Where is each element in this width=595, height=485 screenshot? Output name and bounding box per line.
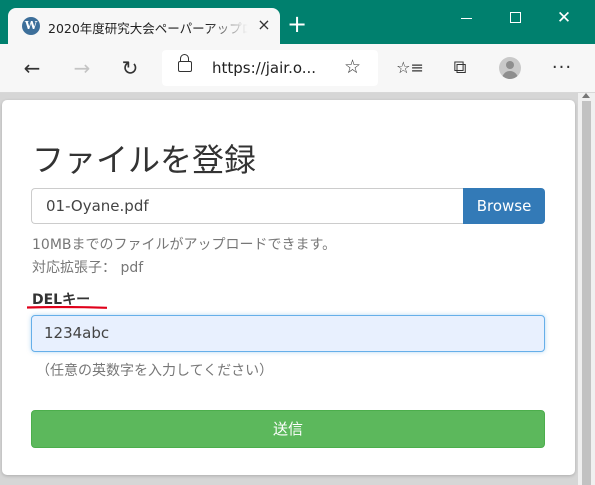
close-tab-icon[interactable]: × [256, 17, 272, 33]
browser-tab[interactable]: W 2020年度研究大会ペーパーアップロード × [8, 8, 280, 44]
red-annotation-underline [27, 306, 107, 309]
back-button[interactable]: ← [16, 52, 48, 84]
browser-toolbar: ← → ↻ https://jair.o... ☆ ☆≡ ⧉ ··· [0, 44, 595, 93]
tab-title-fade [208, 14, 248, 38]
forward-button[interactable]: → [66, 52, 98, 84]
lock-icon[interactable] [178, 54, 192, 72]
favorites-icon[interactable]: ☆≡ [394, 52, 426, 84]
submit-button[interactable]: 送信 [31, 410, 545, 448]
del-key-hint: （任意の英数字を入力してください） [36, 363, 274, 379]
scroll-thumb[interactable] [582, 101, 591, 485]
settings-menu-button[interactable]: ··· [546, 52, 578, 84]
file-name-value: 01-Oyane.pdf [46, 197, 149, 215]
maximize-icon [510, 12, 521, 23]
scroll-up-arrow-icon[interactable] [582, 93, 590, 98]
minimize-icon [461, 18, 472, 19]
star-icon[interactable]: ☆ [344, 56, 361, 78]
profile-button[interactable] [494, 52, 526, 84]
avatar [499, 57, 521, 79]
url-text[interactable]: https://jair.o... [212, 59, 316, 77]
refresh-button[interactable]: ↻ [114, 52, 146, 84]
new-tab-button[interactable]: + [284, 12, 310, 38]
del-key-input[interactable]: 1234abc [31, 315, 545, 352]
file-size-help: 10MBまでのファイルがアップロードできます。 [32, 237, 337, 253]
window-close-button[interactable]: ✕ [549, 6, 579, 30]
browser-title-bar: W 2020年度研究大会ペーパーアップロード × + ✕ [0, 0, 595, 44]
collections-icon[interactable]: ⧉ [444, 52, 476, 84]
browse-button[interactable]: Browse [463, 188, 545, 224]
file-name-field[interactable]: 01-Oyane.pdf [31, 188, 463, 224]
file-extension-help: 対応拡張子： pdf [32, 260, 144, 276]
page-title: ファイルを登録 [32, 141, 257, 179]
address-bar[interactable]: https://jair.o... ☆ [162, 50, 378, 86]
vertical-scrollbar[interactable] [578, 93, 595, 485]
del-key-value: 1234abc [44, 324, 110, 342]
maximize-button[interactable] [500, 6, 530, 30]
minimize-button[interactable] [452, 6, 482, 30]
wordpress-icon: W [22, 17, 40, 35]
